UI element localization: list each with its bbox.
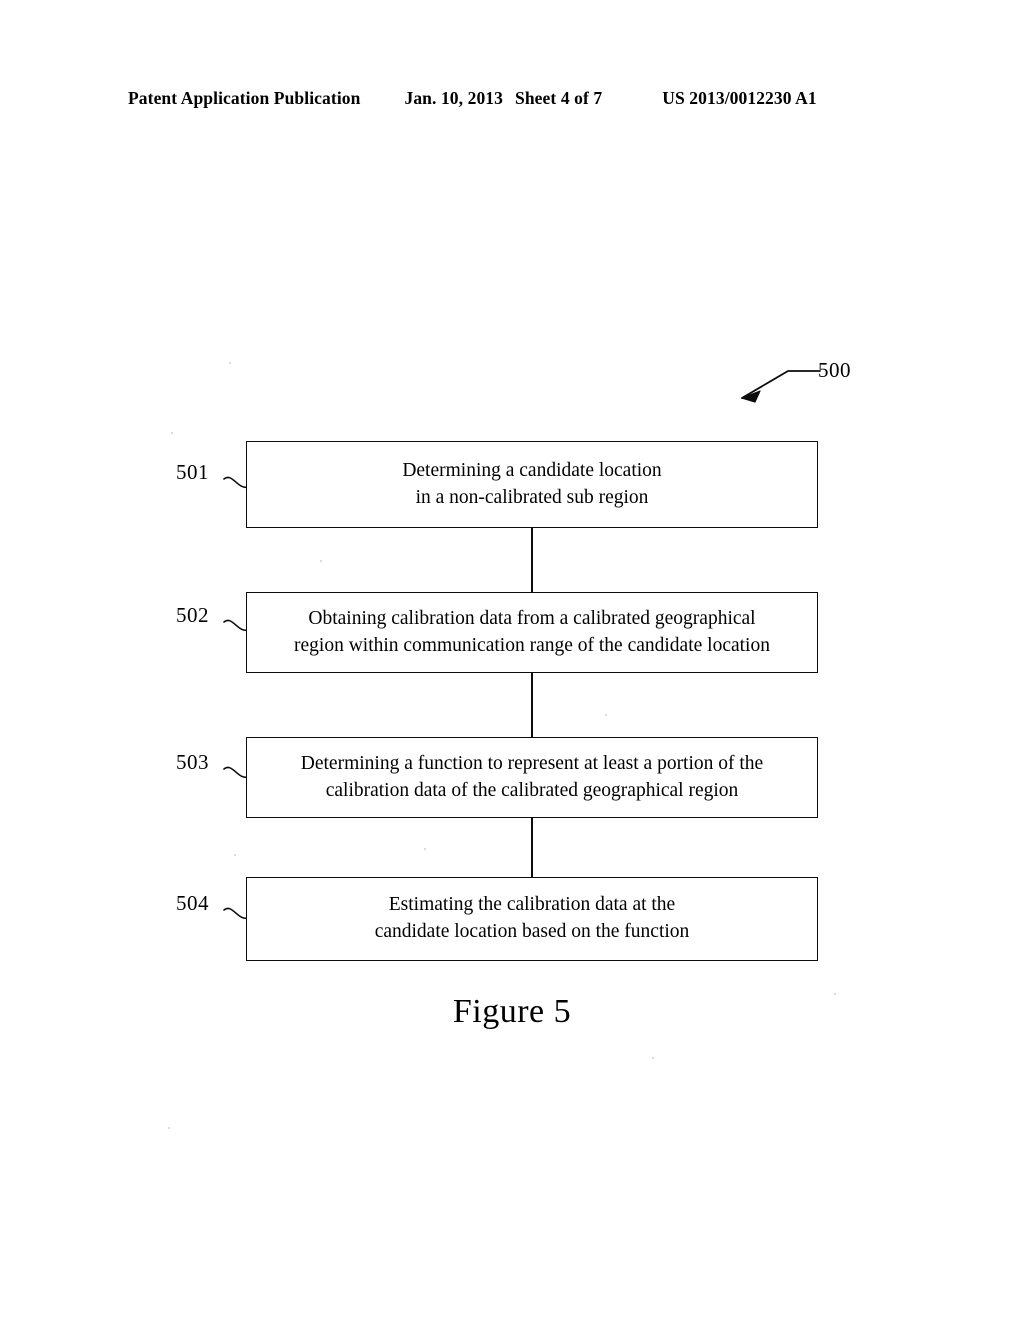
step-reference-number-503: 503 (176, 750, 209, 774)
scan-speckle (168, 1127, 170, 1129)
flowchart-step-box-503[interactable]: Determining a function to represent at l… (246, 737, 818, 818)
scan-speckle (834, 993, 836, 995)
step-reference-number-504: 504 (176, 891, 209, 915)
diagram-reference-label-500: 500 (818, 358, 851, 382)
figure-caption: Figure 5 (452, 993, 572, 1030)
scan-speckle (229, 362, 231, 364)
step-502-line-2: region within communication range of the… (294, 634, 770, 656)
scan-speckle (171, 432, 173, 434)
step-503-line-1: Determining a function to represent at l… (300, 752, 764, 774)
scan-speckle (605, 714, 607, 716)
step-503-line-2: calibration data of the calibrated geogr… (325, 779, 739, 801)
scan-speckle (424, 848, 426, 850)
step-501-line-2: in a non-calibrated sub region (415, 486, 649, 508)
step-501-line-1: Determining a candidate location (402, 459, 662, 481)
step-504-line-1: Estimating the calibration data at the (388, 894, 676, 916)
connector-502-to-503 (531, 673, 533, 737)
diagram-500-leader-arrow (741, 370, 821, 403)
step-502-line-1: Obtaining calibration data from a calibr… (308, 607, 756, 629)
flowchart-step-box-501[interactable]: Determining a candidate location in a no… (246, 441, 818, 528)
scan-speckle (234, 854, 236, 856)
scan-speckle (320, 560, 322, 562)
step-504-line-2: candidate location based on the function (374, 921, 690, 942)
step-reference-number-502: 502 (176, 603, 209, 627)
step-reference-number-501: 501 (176, 460, 209, 484)
flowchart-step-box-502[interactable]: Obtaining calibration data from a calibr… (246, 592, 818, 673)
connector-501-to-502 (531, 528, 533, 592)
flowchart-step-box-504[interactable]: Estimating the calibration data at the c… (246, 877, 818, 961)
figure-5-diagram: 500 501 Determining a candidate location… (0, 0, 1024, 1320)
scan-speckle (652, 1057, 654, 1059)
connector-503-to-504 (531, 818, 533, 877)
